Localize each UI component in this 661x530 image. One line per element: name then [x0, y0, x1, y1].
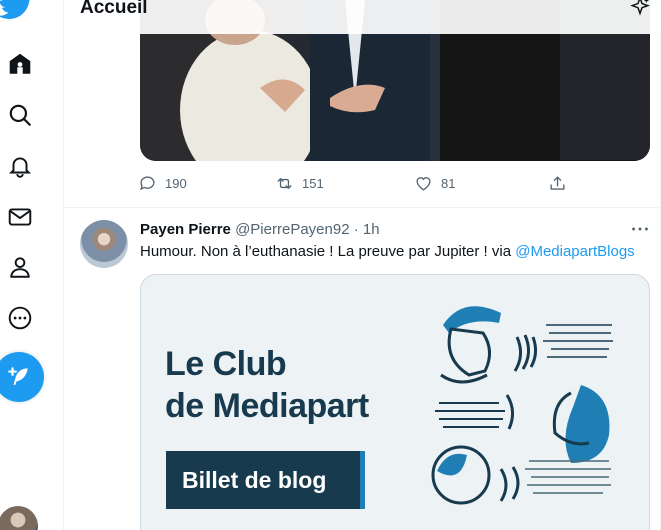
sidebar-item-explore[interactable]	[0, 95, 40, 135]
person-icon	[10, 257, 30, 278]
page-title: Accueil	[80, 0, 148, 18]
reply-count: 190	[165, 176, 187, 191]
tweet-actions: 190 151 81	[138, 174, 568, 196]
tweet-divider	[64, 207, 661, 208]
sidebar-item-home[interactable]	[0, 44, 40, 84]
card-title-line2: de Mediapart	[165, 387, 369, 425]
card-illustration	[431, 306, 613, 505]
retweet-action[interactable]: 151	[275, 174, 324, 193]
more-circle-icon	[8, 306, 32, 330]
tweet-mention-link[interactable]: @MediapartBlogs	[515, 243, 634, 260]
account-avatar[interactable]	[0, 506, 38, 530]
home-icon	[9, 53, 31, 74]
sidebar-item-notifications[interactable]	[0, 146, 40, 186]
tweet-author-meta[interactable]: @PierrePayen92 · 1h	[235, 221, 379, 238]
share-icon	[550, 176, 565, 190]
left-sidebar	[0, 0, 64, 530]
tweet-text: Humour. Non à l’euthanasie ! La preuve p…	[140, 243, 635, 260]
reply-icon	[140, 176, 155, 191]
timeline: 190 151 81 Payen Pierre @PierrePayen92 ·…	[64, 0, 661, 530]
sidebar-item-more[interactable]	[0, 298, 40, 338]
like-action[interactable]: 81	[414, 174, 455, 193]
tweet-body: Humour. Non à l’euthanasie ! La preuve p…	[140, 243, 516, 260]
like-count: 81	[441, 176, 456, 191]
timeline-header: Accueil	[64, 0, 661, 34]
tweet-author-avatar[interactable]	[80, 220, 128, 268]
link-preview-card[interactable]: Le Club de Mediapart Billet de blog	[140, 274, 650, 530]
more-options-icon[interactable]	[629, 218, 651, 240]
retweet-count: 151	[302, 176, 324, 191]
retweet-icon	[277, 178, 292, 189]
twitter-logo-icon[interactable]	[0, 0, 34, 20]
heart-icon	[416, 177, 431, 191]
sidebar-item-messages[interactable]	[0, 197, 40, 237]
feather-plus-icon	[8, 367, 28, 386]
share-action[interactable]	[548, 174, 567, 193]
sidebar-item-profile[interactable]	[0, 247, 40, 287]
search-icon	[9, 104, 31, 126]
compose-tweet-button[interactable]	[0, 352, 44, 402]
tweet-header: Payen Pierre @PierrePayen92 · 1h	[140, 221, 380, 238]
sparkle-icon[interactable]	[629, 0, 651, 18]
card-title-line1: Le Club	[165, 345, 287, 383]
card-billet-label: Billet de blog	[166, 451, 365, 509]
tweet-author-name[interactable]: Payen Pierre	[140, 221, 231, 238]
bell-icon	[8, 157, 32, 178]
reply-action[interactable]: 190	[138, 174, 187, 193]
envelope-icon	[8, 208, 32, 226]
